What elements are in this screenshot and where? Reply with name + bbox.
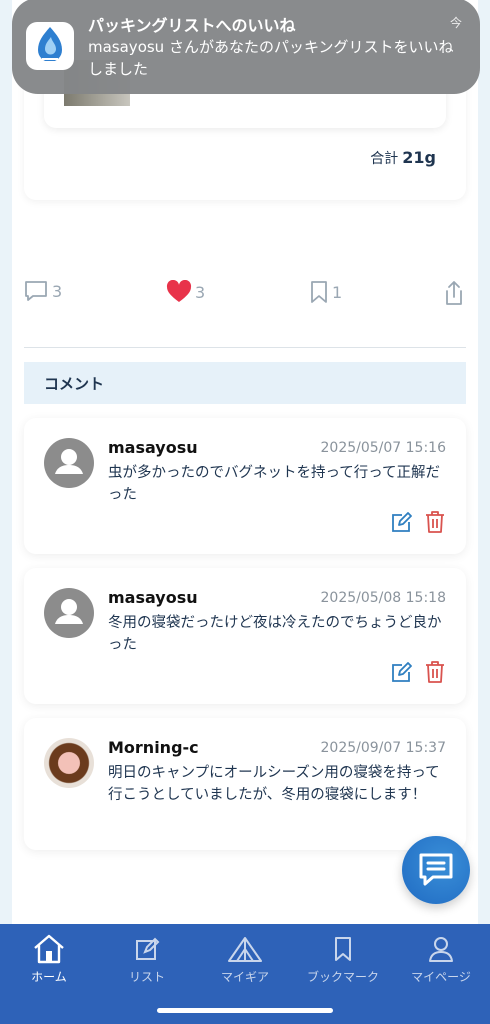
home-icon — [34, 934, 64, 964]
nav-my-page-label: マイページ — [411, 970, 471, 984]
post-actions: 3 3 1 — [24, 276, 466, 310]
share-icon — [446, 281, 462, 305]
chat-button[interactable] — [402, 836, 470, 904]
edit-list-icon — [136, 937, 160, 960]
nav-my-page[interactable]: マイページ — [392, 934, 490, 985]
comments-title: コメント — [44, 374, 105, 393]
edit-comment-button[interactable] — [390, 662, 412, 684]
comment-card: masayosu 2025/05/07 15:16 虫が多かったのでバグネットを… — [24, 418, 466, 554]
trash-icon — [426, 511, 444, 533]
default-avatar-icon — [55, 449, 83, 474]
bookmark-count: 1 — [332, 282, 343, 302]
heart-icon — [166, 280, 192, 302]
comment-text: 虫が多かったのでバグネットを持って行って正解だった — [108, 465, 441, 503]
nav-my-gear[interactable]: マイギア — [196, 934, 294, 985]
comment-action[interactable]: 3 — [24, 280, 62, 302]
chat-bubble-icon — [419, 853, 453, 886]
comment-timestamp: 2025/05/07 15:16 — [320, 440, 447, 456]
notification-time: 今 — [449, 16, 462, 30]
avatar[interactable] — [44, 588, 94, 638]
like-action[interactable]: 3 — [166, 280, 205, 304]
home-indicator — [157, 1008, 333, 1013]
nav-home-label: ホーム — [31, 970, 67, 984]
comment-username[interactable]: Morning-c — [108, 738, 199, 757]
app-icon — [26, 22, 74, 70]
total-weight: 合計 21g — [370, 148, 436, 168]
notification-title: パッキングリストへのいいね — [88, 16, 296, 35]
tent-icon — [228, 937, 262, 962]
comment-timestamp: 2025/05/08 15:18 — [320, 590, 447, 606]
app-logo-icon — [38, 27, 62, 63]
comment-username[interactable]: masayosu — [108, 588, 198, 607]
section-divider — [24, 347, 466, 348]
comment-username[interactable]: masayosu — [108, 438, 198, 457]
delete-comment-button[interactable] — [424, 660, 446, 683]
comment-text: 明日のキャンプにオールシーズン用の寝袋を持って行こうとしていましたが、冬用の寝袋… — [108, 765, 440, 803]
edit-comment-button[interactable] — [390, 512, 412, 534]
edit-icon — [392, 662, 412, 682]
avatar[interactable] — [44, 738, 94, 788]
nav-list-label: リスト — [128, 970, 165, 984]
push-notification[interactable]: パッキングリストへのいいね 今 masayosu さんがあなたのパッキングリスト… — [12, 0, 480, 94]
avatar[interactable] — [44, 438, 94, 488]
delete-comment-button[interactable] — [424, 510, 446, 533]
comment-icon — [25, 281, 47, 301]
comment-card: Morning-c 2025/09/07 15:37 明日のキャンプにオールシー… — [24, 718, 466, 850]
comment-text: 冬用の寝袋だったけど夜は冷えたのでちょうど良かった — [108, 615, 442, 653]
bookmark-icon — [311, 281, 327, 303]
nav-bookmark[interactable]: ブックマーク — [294, 934, 392, 985]
edit-icon — [392, 512, 412, 532]
nav-my-gear-label: マイギア — [220, 970, 269, 984]
total-value: 21g — [402, 148, 436, 167]
default-avatar-icon — [55, 599, 83, 624]
comment-card: masayosu 2025/05/08 15:18 冬用の寝袋だったけど夜は冷え… — [24, 568, 466, 704]
total-label: 合計 — [370, 151, 399, 167]
comments-header: コメント — [24, 362, 466, 404]
nav-bookmark-label: ブックマーク — [306, 970, 379, 984]
trash-icon — [426, 661, 444, 683]
nav-list[interactable]: リスト — [98, 934, 196, 985]
nav-home[interactable]: ホーム — [0, 934, 98, 985]
like-count: 3 — [195, 282, 206, 302]
share-action[interactable] — [444, 280, 464, 306]
bookmark-icon — [335, 937, 351, 961]
notification-body: masayosu さんがあなたのパッキングリストをいいねしました — [88, 38, 454, 78]
bookmark-action[interactable]: 1 — [310, 280, 342, 304]
comment-timestamp: 2025/09/07 15:37 — [320, 740, 447, 756]
person-icon — [429, 937, 453, 962]
comment-count: 3 — [52, 281, 63, 301]
